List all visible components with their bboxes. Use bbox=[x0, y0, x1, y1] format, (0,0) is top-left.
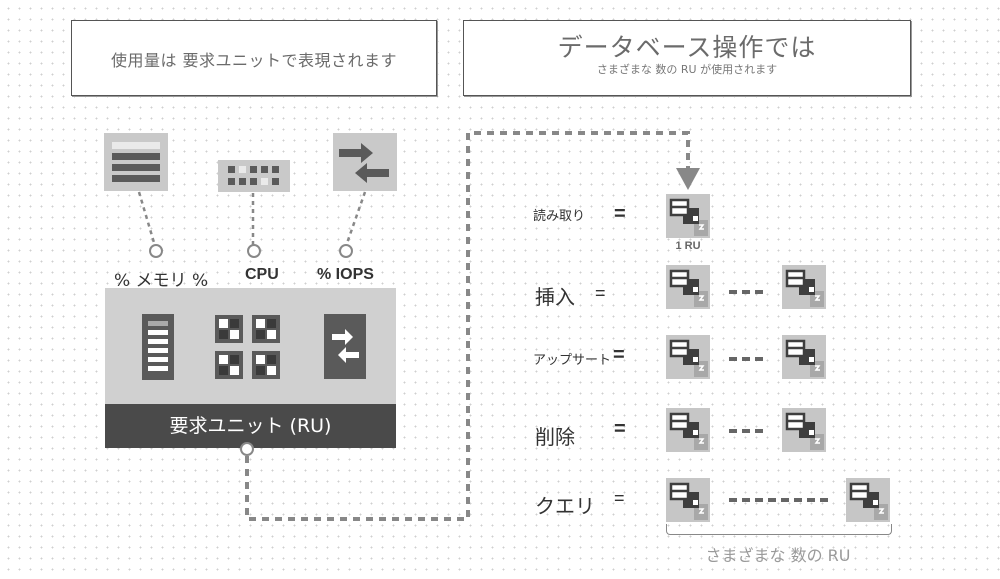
ru-icon bbox=[782, 408, 826, 452]
cpu-label: CPU bbox=[245, 266, 279, 283]
iops-connector bbox=[344, 191, 367, 247]
ru-icon bbox=[666, 265, 710, 309]
ru-icon bbox=[666, 194, 710, 238]
op-read-eq: = bbox=[614, 203, 626, 225]
one-ru-caption: 1 RU bbox=[675, 240, 701, 252]
ru-icon bbox=[666, 408, 710, 452]
ru-output-node bbox=[240, 442, 254, 456]
insert-range-dash bbox=[729, 290, 765, 294]
ru-icon bbox=[666, 335, 710, 379]
request-unit-bar: 要求ユニット (RU) bbox=[105, 404, 396, 448]
cpu-icon bbox=[228, 166, 279, 185]
memory-connector-node bbox=[149, 244, 163, 258]
cpu-tile bbox=[218, 160, 290, 192]
op-query-eq: = bbox=[614, 488, 625, 508]
ru-icon bbox=[782, 265, 826, 309]
query-range-dash bbox=[729, 498, 829, 502]
request-unit-panel bbox=[105, 288, 396, 404]
iops-tile bbox=[333, 133, 397, 191]
delete-range-dash bbox=[729, 429, 765, 433]
varying-ru-label: さまざまな 数の RU bbox=[705, 546, 851, 565]
iops-arrows-icon bbox=[324, 314, 366, 379]
op-upsert-eq: = bbox=[613, 344, 625, 366]
ru-icon bbox=[846, 478, 890, 522]
memory-connector bbox=[137, 191, 157, 247]
iops-label: % IOPS bbox=[317, 266, 374, 283]
op-query-label: クエリ bbox=[535, 494, 595, 518]
ru-icon bbox=[782, 335, 826, 379]
op-delete-label: 削除 bbox=[535, 425, 575, 449]
iops-connector-node bbox=[339, 244, 353, 258]
op-upsert-label: アップサート bbox=[533, 353, 612, 368]
op-read-label: 読み取り bbox=[533, 209, 586, 224]
upsert-range-dash bbox=[729, 357, 765, 361]
iops-icon bbox=[339, 143, 389, 183]
memory-stack-icon bbox=[142, 314, 174, 380]
ru-icon bbox=[666, 478, 710, 522]
flow-arrow-icon bbox=[676, 168, 700, 190]
op-insert-eq: = bbox=[595, 283, 606, 303]
op-insert-label: 挿入 bbox=[535, 285, 575, 309]
memory-tile bbox=[104, 133, 168, 191]
cpu-connector-node bbox=[247, 244, 261, 258]
op-delete-eq: = bbox=[614, 418, 626, 440]
varying-ru-bracket bbox=[666, 524, 892, 535]
memory-icon bbox=[112, 142, 160, 182]
ru-resource-icons bbox=[142, 314, 366, 380]
cpu-grid-icon bbox=[215, 315, 280, 379]
